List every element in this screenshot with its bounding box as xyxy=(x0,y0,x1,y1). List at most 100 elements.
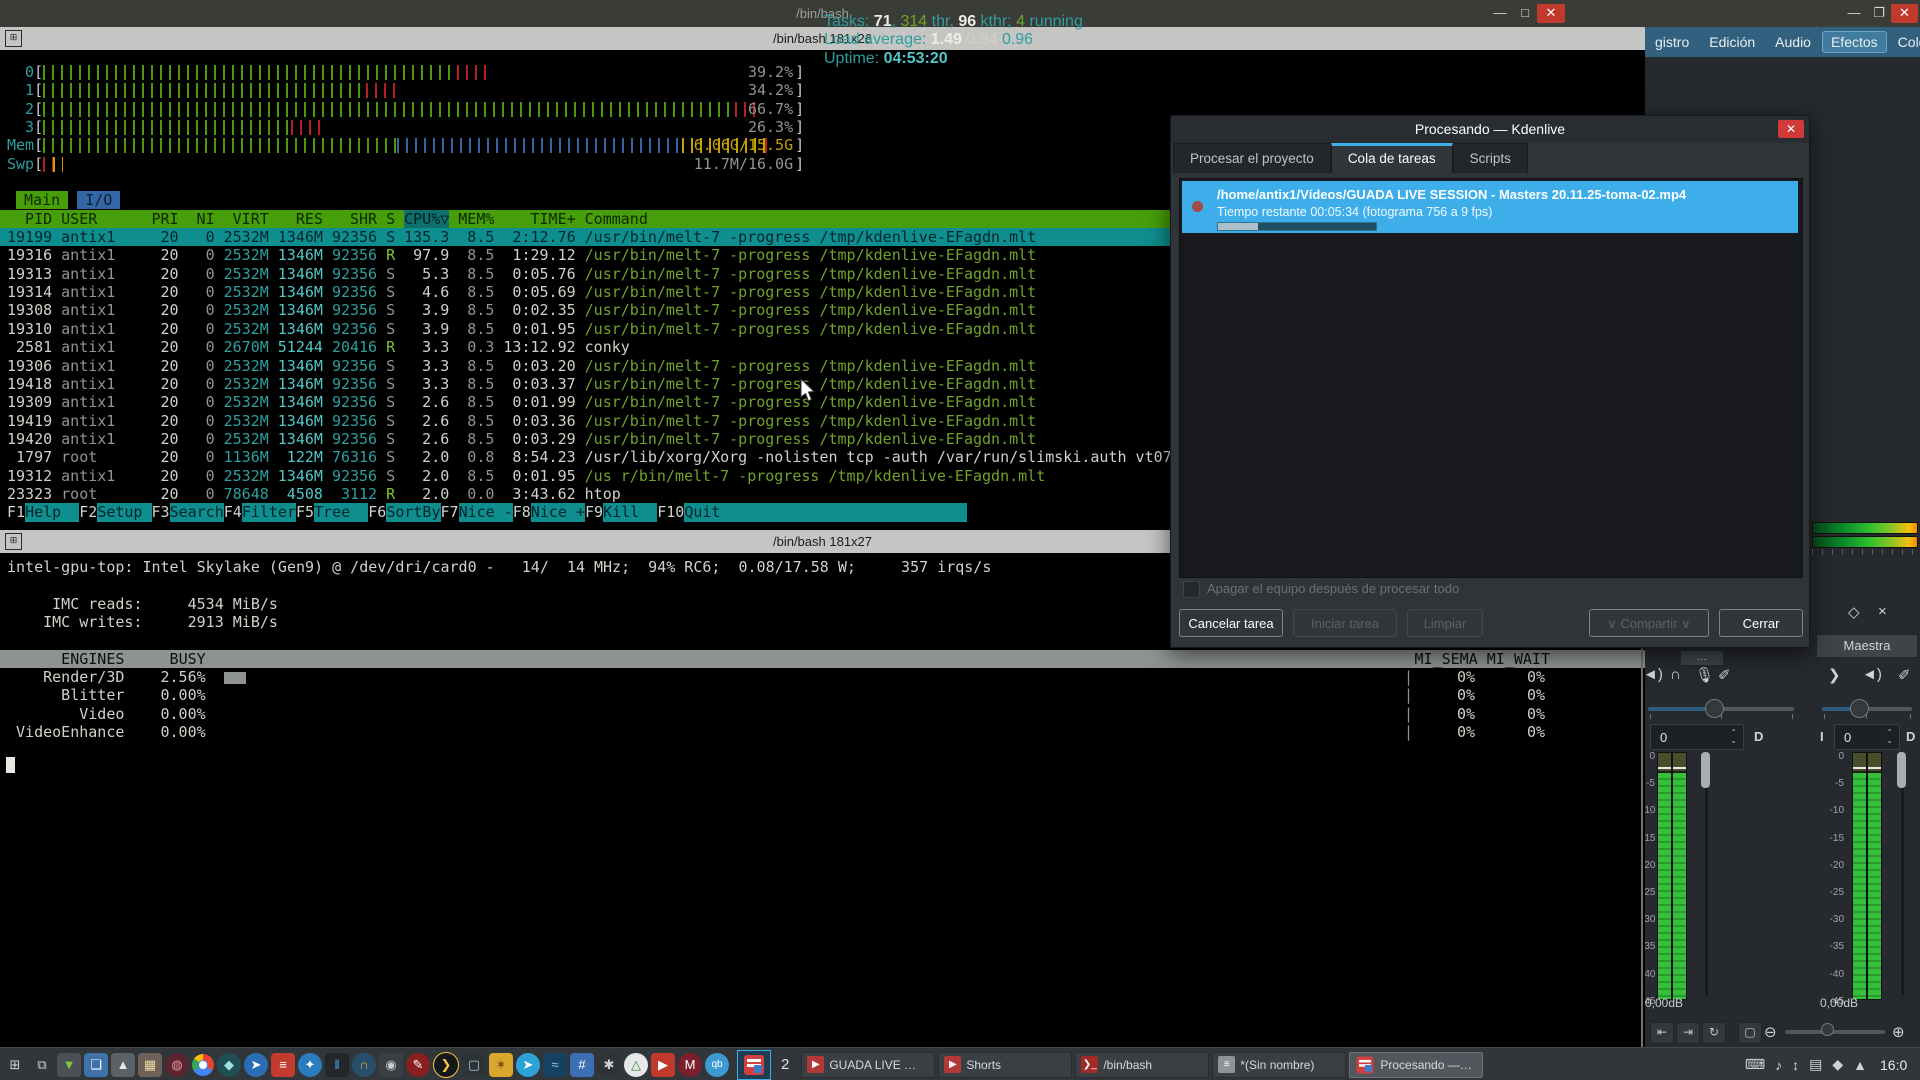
fkey-label[interactable]: Nice - xyxy=(459,503,513,521)
shutdown-checkbox[interactable] xyxy=(1183,581,1200,598)
menu-efectos[interactable]: Efectos xyxy=(1822,31,1887,53)
zoom-in-icon[interactable]: ⊕ xyxy=(1892,1023,1905,1041)
launcher-scribus[interactable]: ≡ xyxy=(271,1053,295,1077)
launcher-eject-tool[interactable]: ▲ xyxy=(111,1053,135,1077)
kdenlive-restore-button[interactable]: ❐ xyxy=(1867,4,1891,23)
iniciar-tarea-button[interactable]: Iniciar tarea xyxy=(1293,609,1397,637)
render-queue-list[interactable]: /home/antix1/Vídeos/GUADA LIVE SESSION -… xyxy=(1179,178,1803,578)
col-header-shr[interactable]: SHR xyxy=(332,210,377,228)
effects-wand-icon[interactable]: ✐ xyxy=(1718,666,1731,684)
timeline-zoom-slider[interactable] xyxy=(1785,1030,1885,1034)
launcher-package-tool[interactable]: ▦ xyxy=(138,1053,162,1077)
col-header-ni[interactable]: NI xyxy=(188,210,215,228)
taskbar-window-binbash[interactable]: ❯_/bin/bash xyxy=(1075,1052,1209,1078)
volume-fader-master[interactable] xyxy=(1897,752,1906,788)
launcher-hand-tool[interactable]: ✶ xyxy=(489,1053,513,1077)
col-header-user[interactable]: USER xyxy=(61,210,142,228)
launcher-window-switcher[interactable]: ⧉ xyxy=(30,1053,54,1077)
tab-procesar-el-proyecto[interactable]: Procesar el proyecto xyxy=(1173,143,1331,173)
col-header-virt[interactable]: VIRT xyxy=(224,210,269,228)
launcher-clipboard-manager[interactable]: ▼ xyxy=(57,1053,81,1077)
split-pane-icon[interactable]: ⊞ xyxy=(5,533,22,550)
headphones-icon[interactable]: ∩ xyxy=(1670,666,1681,683)
timeline-zoom-handle[interactable] xyxy=(1821,1023,1834,1036)
dialog-titlebar[interactable]: Procesando — Kdenlive ✕ xyxy=(1171,116,1809,143)
fkey-f5[interactable]: F5 xyxy=(296,503,314,521)
fkey-f8[interactable]: F8 xyxy=(513,503,531,521)
limpiar-button[interactable]: Limpiar xyxy=(1407,609,1483,637)
tray-network[interactable]: ◆ xyxy=(1832,1056,1843,1073)
fkey-f3[interactable]: F3 xyxy=(152,503,170,521)
fkey-label[interactable]: SortBy xyxy=(386,503,440,521)
launcher-m-app[interactable]: M xyxy=(678,1053,702,1077)
render-task-item[interactable]: /home/antix1/Vídeos/GUADA LIVE SESSION -… xyxy=(1182,181,1798,233)
fkey-label[interactable]: Tree xyxy=(314,503,368,521)
launcher-qbittorrent[interactable]: qb xyxy=(705,1053,729,1077)
tray-clipboard[interactable]: ▤ xyxy=(1809,1056,1822,1073)
terminal-maximize-button[interactable]: □ xyxy=(1513,4,1537,23)
collapse-chevron-icon[interactable]: ❯ xyxy=(1828,666,1841,684)
taskbar-window-shorts[interactable]: ▶Shorts xyxy=(938,1052,1072,1078)
launcher-video-app[interactable]: ▶ xyxy=(651,1053,675,1077)
col-header-s[interactable]: S xyxy=(386,210,395,228)
split-pane-icon[interactable]: ⊞ xyxy=(5,30,22,47)
launcher-settings[interactable]: ✱ xyxy=(597,1053,621,1077)
launcher-lab-tool[interactable]: △ xyxy=(624,1053,648,1077)
go-end-button[interactable]: ⇥ xyxy=(1676,1022,1700,1044)
mute-icon[interactable]: ◄) xyxy=(1643,666,1663,683)
tab-scripts[interactable]: Scripts xyxy=(1453,143,1528,173)
cancelar-tarea-button[interactable]: Cancelar tarea xyxy=(1179,609,1283,637)
workspace-indicator[interactable]: 2 xyxy=(781,1056,789,1073)
taskbar-window-sinnombre[interactable]: ≡*(Sin nombre) xyxy=(1212,1052,1346,1078)
launcher-browser-dark[interactable]: ◍ xyxy=(165,1053,189,1077)
active-app-launcher[interactable] xyxy=(737,1050,771,1080)
zoom-out-icon[interactable]: ⊖ xyxy=(1764,1023,1777,1041)
col-header-cpu[interactable]: CPU%▽ xyxy=(404,210,449,228)
fkey-label[interactable]: Help xyxy=(25,503,79,521)
terminal-close-button[interactable]: ✕ xyxy=(1537,4,1565,23)
tab-cola-de-tareas[interactable]: Cola de tareas xyxy=(1331,143,1453,173)
fkey-f2[interactable]: F2 xyxy=(79,503,97,521)
launcher-pulse-monitor[interactable]: ≈ xyxy=(543,1053,567,1077)
col-header-pri[interactable]: PRI xyxy=(151,210,178,228)
fkey-label[interactable]: Quit xyxy=(684,503,738,521)
fkey-f7[interactable]: F7 xyxy=(441,503,459,521)
balance-spinbox[interactable]: 0 ⌃⌄ xyxy=(1650,724,1744,750)
fkey-label[interactable]: Setup xyxy=(97,503,151,521)
tray-notifications[interactable]: ▲ xyxy=(1853,1057,1867,1073)
launcher-design-tool[interactable]: ✦ xyxy=(298,1053,322,1077)
fkey-f1[interactable]: F1 xyxy=(7,503,25,521)
launcher-audacity[interactable]: ∩ xyxy=(352,1053,376,1077)
tray-updates[interactable]: ↕ xyxy=(1792,1057,1799,1073)
taskbar-window-guadalive[interactable]: ▶GUADA LIVE … xyxy=(801,1052,935,1078)
col-header-mem[interactable]: MEM% xyxy=(458,210,494,228)
fkey-f4[interactable]: F4 xyxy=(224,503,242,521)
launcher-telegram[interactable]: ➤ xyxy=(516,1053,540,1077)
zoom-fit-button[interactable]: ▢ xyxy=(1738,1022,1762,1044)
clock[interactable]: 16:0 xyxy=(1880,1057,1920,1073)
launcher-krita[interactable]: ✎ xyxy=(406,1053,430,1077)
col-header-cmd[interactable]: Command xyxy=(585,210,648,228)
fkey-label[interactable]: Filter xyxy=(242,503,296,521)
go-start-button[interactable]: ⇤ xyxy=(1650,1022,1674,1044)
dialog-close-button[interactable]: ✕ xyxy=(1778,120,1804,138)
terminal-pane1-tab[interactable]: ⊞ /bin/bash 181x26 xyxy=(0,27,1645,50)
kdenlive-close-button[interactable]: ✕ xyxy=(1891,4,1918,23)
col-header-res[interactable]: RES xyxy=(278,210,323,228)
close-button[interactable]: Cerrar xyxy=(1719,609,1803,637)
menu-audio[interactable]: Audio xyxy=(1766,31,1820,53)
htop-function-bar[interactable]: F1Help F2Setup F3SearchF4FilterF5Tree F6… xyxy=(7,503,967,521)
share-button[interactable]: ∨ Compartir ∨ xyxy=(1589,609,1709,637)
launcher-screen-tool[interactable]: ▢ xyxy=(462,1053,486,1077)
htop-tab-io[interactable]: I/O xyxy=(77,191,120,209)
launcher-file-manager[interactable]: ❏ xyxy=(84,1053,108,1077)
volume-fader[interactable] xyxy=(1701,752,1710,788)
launcher-navigator[interactable]: ➤ xyxy=(244,1053,268,1077)
launcher-calculator[interactable]: # xyxy=(570,1053,594,1077)
mute-icon[interactable]: ◄) xyxy=(1862,666,1882,683)
tray-volume[interactable]: ♪ xyxy=(1775,1057,1782,1073)
launcher-recorder[interactable]: ◉ xyxy=(379,1053,403,1077)
loop-button[interactable]: ↻ xyxy=(1702,1022,1726,1044)
spinner-arrows-icon[interactable]: ⌃⌄ xyxy=(1730,729,1743,745)
launcher-terminal-app[interactable]: ❯ xyxy=(433,1052,459,1078)
